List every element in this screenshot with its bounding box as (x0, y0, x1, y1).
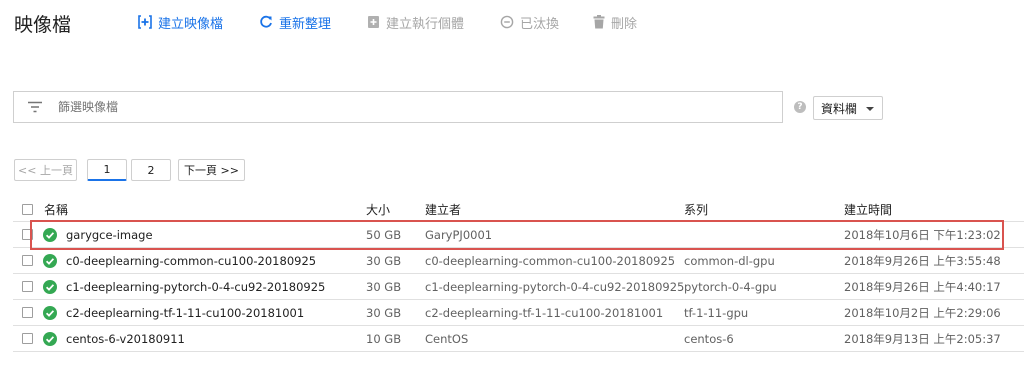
image-size: 10 GB (366, 331, 402, 346)
image-size: 30 GB (366, 305, 402, 320)
table-row[interactable]: centos-6-v20180911 10 GB CentOS centos-6… (13, 326, 1024, 352)
images-table: 名稱 大小 建立者 系列 建立時間 garygce-image 50 GB Ga… (13, 198, 1024, 352)
create-instance-button[interactable]: 建立執行個體 (367, 13, 465, 32)
image-size: 30 GB (366, 279, 402, 294)
image-size: 30 GB (366, 253, 402, 268)
table-row[interactable]: c1-deeplearning-pytorch-0-4-cu92-2018092… (13, 274, 1024, 300)
image-creator: CentOS (425, 331, 469, 346)
image-created: 2018年10月2日 上午2:29:06 (844, 305, 1001, 320)
image-created: 2018年9月26日 上午3:55:48 (844, 253, 1001, 268)
header-family[interactable]: 系列 (684, 198, 708, 221)
image-name-link[interactable]: c1-deeplearning-pytorch-0-4-cu92-2018092… (66, 274, 325, 299)
check-circle-icon (43, 331, 57, 346)
deprecate-label: 已汰換 (520, 16, 560, 32)
toolbar: 映像檔 建立映像檔 重新整理 建立執行個體 已汰換 刪除 (0, 0, 1024, 44)
check-circle-icon (43, 227, 57, 242)
check-circle-icon (43, 253, 57, 268)
next-page-button[interactable]: 下一頁 >> (178, 159, 245, 181)
image-family: common-dl-gpu (684, 253, 775, 268)
page-title: 映像檔 (14, 14, 72, 36)
image-created: 2018年9月13日 上午2:05:37 (844, 331, 1001, 346)
refresh-label: 重新整理 (279, 16, 332, 32)
image-name-link[interactable]: garygce-image (66, 222, 153, 247)
help-icon[interactable]: ? (794, 101, 806, 113)
add-to-photos-icon (368, 16, 379, 28)
image-name-link[interactable]: centos-6-v20180911 (66, 326, 185, 351)
header-created[interactable]: 建立時間 (844, 198, 892, 221)
check-circle-icon (43, 279, 57, 294)
caret-down-icon (866, 107, 874, 111)
row-checkbox[interactable] (22, 228, 33, 240)
table-row[interactable]: c0-deeplearning-common-cu100-20180925 30… (13, 248, 1024, 274)
image-creator: c2-deeplearning-tf-1-11-cu100-20181001 (425, 305, 664, 320)
header-size[interactable]: 大小 (366, 198, 390, 221)
row-checkbox[interactable] (22, 332, 33, 344)
table-header: 名稱 大小 建立者 系列 建立時間 (13, 198, 1024, 222)
image-family: tf-1-11-gpu (684, 305, 749, 320)
image-size: 50 GB (366, 227, 402, 242)
filter-bar[interactable] (13, 91, 783, 123)
image-creator: c0-deeplearning-common-cu100-20180925 (425, 253, 676, 268)
create-image-label: 建立映像檔 (158, 16, 224, 32)
delete-button[interactable]: 刪除 (593, 13, 638, 32)
image-creator: c1-deeplearning-pytorch-0-4-cu92-2018092… (425, 279, 685, 294)
table-row[interactable]: garygce-image 50 GB GaryPJ0001 2018年10月6… (13, 222, 1024, 248)
page-2-button[interactable]: 2 (131, 159, 171, 181)
table-row[interactable]: c2-deeplearning-tf-1-11-cu100-20181001 3… (13, 300, 1024, 326)
deprecate-button[interactable]: 已汰換 (500, 13, 560, 32)
image-created: 2018年10月6日 下午1:23:02 (844, 227, 1001, 242)
image-created: 2018年9月26日 上午4:40:17 (844, 279, 1001, 294)
delete-label: 刪除 (611, 16, 638, 32)
image-family: pytorch-0-4-gpu (684, 279, 777, 294)
prev-page-button[interactable]: << 上一頁 (14, 159, 77, 181)
add-box-icon (138, 15, 152, 29)
filter-input[interactable] (58, 98, 758, 116)
create-instance-label: 建立執行個體 (386, 16, 465, 32)
header-creator[interactable]: 建立者 (425, 198, 461, 221)
check-circle-icon (43, 305, 57, 320)
refresh-button[interactable]: 重新整理 (259, 13, 332, 32)
header-name[interactable]: 名稱 (44, 198, 68, 221)
block-icon (500, 15, 514, 29)
columns-label: 資料欄 (821, 101, 858, 116)
image-family: centos-6 (684, 331, 734, 346)
select-all-checkbox[interactable] (22, 203, 33, 215)
refresh-icon (260, 15, 272, 28)
create-image-button[interactable]: 建立映像檔 (138, 13, 224, 32)
image-creator: GaryPJ0001 (425, 227, 493, 242)
row-checkbox[interactable] (22, 254, 33, 266)
image-name-link[interactable]: c2-deeplearning-tf-1-11-cu100-20181001 (66, 300, 304, 325)
columns-button[interactable]: 資料欄 (813, 96, 883, 120)
page-1-button[interactable]: 1 (87, 159, 127, 181)
filter-icon (28, 101, 42, 113)
row-checkbox[interactable] (22, 306, 33, 318)
image-name-link[interactable]: c0-deeplearning-common-cu100-20180925 (66, 248, 316, 273)
row-checkbox[interactable] (22, 280, 33, 292)
trash-icon (593, 15, 605, 29)
